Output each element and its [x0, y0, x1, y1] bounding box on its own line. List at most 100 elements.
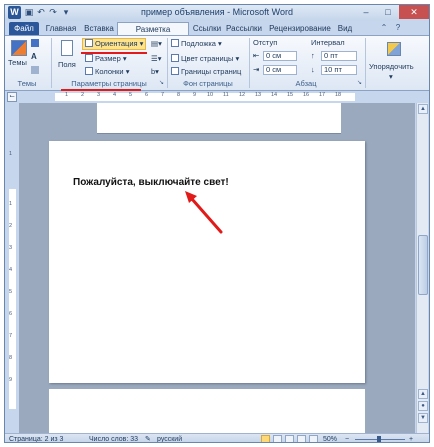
ruler-tick-label: 1	[9, 201, 13, 207]
breaks-icon[interactable]: ▤▾	[151, 39, 162, 49]
scroll-up-icon[interactable]: ▲	[418, 389, 428, 399]
page-borders-button[interactable]: Границы страниц	[171, 67, 241, 77]
minimize-button[interactable]: –	[355, 5, 377, 19]
arrange-icon[interactable]	[387, 42, 401, 56]
zoom-out-icon[interactable]: −	[345, 435, 349, 442]
indent-right-icon: ⇥	[253, 65, 260, 74]
theme-effects-icon[interactable]	[31, 66, 39, 74]
browse-object-icon[interactable]: ●	[418, 401, 428, 411]
ruler-tick-label: 9	[193, 92, 197, 98]
ruler-tick-label: 3	[9, 245, 13, 251]
ruler-tick-label: 5	[129, 92, 133, 98]
paragraph-launcher-icon[interactable]: ↘	[357, 80, 364, 87]
ribbon-tabs: Файл Главная Вставка Разметка страницы С…	[5, 21, 429, 47]
ruler-tick-label: 3	[97, 92, 101, 98]
ruler-tick-label: 14	[271, 92, 278, 98]
themes-icon[interactable]	[11, 40, 27, 56]
web-layout-view-icon[interactable]	[285, 435, 294, 442]
margins-button[interactable]: Поля	[58, 60, 76, 70]
margins-icon[interactable]	[61, 40, 73, 56]
help-icon[interactable]: ?	[393, 23, 403, 33]
page-setup-launcher-icon[interactable]: ↘	[159, 80, 166, 87]
word-count[interactable]: Число слов: 33	[89, 435, 138, 442]
spacing-label: Интервал	[311, 38, 345, 47]
scroll-down-icon[interactable]: ▼	[418, 413, 428, 423]
themes-group-label: Темы	[17, 79, 37, 88]
orientation-icon	[85, 39, 93, 47]
previous-page[interactable]	[97, 103, 341, 134]
theme-colors-icon[interactable]	[31, 39, 39, 47]
indent-left-input[interactable]: 0 см	[263, 51, 297, 61]
spacing-before-input[interactable]: 0 пт	[321, 51, 357, 61]
full-screen-view-icon[interactable]	[273, 435, 282, 442]
next-page[interactable]	[49, 389, 365, 433]
tab-view[interactable]: Вид	[335, 22, 355, 35]
page-background-group-label: Фон страницы	[183, 79, 233, 88]
ruler-tick-label: 17	[319, 92, 326, 98]
tab-selector-icon[interactable]: ⌙	[7, 92, 17, 102]
ruler-tick-label: 4	[9, 267, 13, 273]
columns-button[interactable]: Колонки ▾	[85, 67, 129, 77]
themes-button[interactable]: Темы	[8, 58, 27, 68]
spacing-after-input[interactable]: 10 пт	[321, 65, 357, 75]
ruler-text-area	[9, 189, 16, 409]
size-icon	[85, 54, 93, 62]
vertical-ruler[interactable]: 1 1 2 3 4 5 6 7 8 9	[8, 105, 17, 435]
maximize-button[interactable]: □	[377, 5, 399, 19]
line-numbers-icon[interactable]: ☰▾	[151, 54, 162, 64]
horizontal-ruler[interactable]: 1 2 3 4 5 6 7 8 9 10 11 12 13 14 15 16 1…	[19, 92, 417, 102]
ruler-tick-label: 7	[161, 92, 165, 98]
watermark-icon	[171, 39, 179, 47]
current-page[interactable]: Пожалуйста, выключайте свет!	[49, 141, 365, 383]
tab-page-layout[interactable]: Разметка страницы	[117, 22, 189, 47]
word-window: W ▣ ↶ ↷ ▾ пример объявления - Microsoft …	[4, 4, 430, 443]
proofing-icon[interactable]: ✎	[145, 435, 151, 442]
tab-file[interactable]: Файл	[9, 22, 39, 35]
zoom-level[interactable]: 50%	[323, 435, 337, 442]
size-button[interactable]: Размер ▾	[85, 54, 127, 64]
ruler-tick-label: 12	[239, 92, 246, 98]
red-arrow-annotation	[185, 191, 223, 234]
ruler-tick-label: 5	[9, 289, 13, 295]
indent-left-icon: ⇤	[253, 51, 260, 60]
ruler-tick-label: 8	[9, 355, 13, 361]
page-setup-underline	[61, 89, 141, 91]
ruler-tick-label: 7	[9, 333, 13, 339]
tab-references[interactable]: Ссылки	[192, 22, 222, 35]
tab-home[interactable]: Главная	[43, 22, 79, 35]
print-layout-view-icon[interactable]	[261, 435, 270, 442]
status-bar: Страница: 2 из 3 Число слов: 33 ✎ русски…	[5, 433, 429, 442]
language-indicator[interactable]: русский	[157, 435, 182, 442]
ruler-tick-label: 16	[303, 92, 310, 98]
page-color-icon	[171, 54, 179, 62]
orientation-button[interactable]: Ориентация ▾	[85, 39, 143, 49]
vertical-scrollbar[interactable]: ▲ ▲ ● ▼	[416, 103, 428, 433]
zoom-in-icon[interactable]: +	[409, 435, 413, 442]
hyphenation-icon[interactable]: b▾	[151, 67, 159, 77]
page-setup-group-label: Параметры страницы	[71, 79, 147, 88]
title-bar: W ▣ ↶ ↷ ▾ пример объявления - Microsoft …	[5, 5, 429, 21]
draft-view-icon[interactable]	[309, 435, 318, 442]
tab-insert[interactable]: Вставка	[82, 22, 116, 35]
scroll-thumb[interactable]	[418, 235, 428, 295]
ruler-tick-label: 9	[9, 377, 13, 383]
page-color-button[interactable]: Цвет страницы ▾	[171, 54, 239, 64]
minimize-ribbon-icon[interactable]: ⌃	[379, 23, 389, 33]
columns-icon	[85, 67, 93, 75]
outline-view-icon[interactable]	[297, 435, 306, 442]
page-counter[interactable]: Страница: 2 из 3	[9, 435, 63, 442]
ruler-tick-label: 6	[9, 311, 13, 317]
scroll-up-icon[interactable]: ▲	[418, 104, 428, 114]
arrange-button[interactable]: Упорядочить	[369, 62, 414, 72]
ruler-tick-label: 1	[9, 151, 13, 157]
tab-review[interactable]: Рецензирование	[267, 22, 333, 35]
tab-mailings[interactable]: Рассылки	[225, 22, 263, 35]
arrange-dropdown-icon[interactable]: ▾	[389, 72, 393, 82]
close-button[interactable]: ✕	[399, 5, 429, 19]
document-area[interactable]: Пожалуйста, выключайте свет!	[19, 103, 415, 433]
zoom-slider-thumb[interactable]	[377, 436, 381, 442]
ruler-tick-label: 2	[81, 92, 85, 98]
watermark-button[interactable]: Подложка ▾	[171, 39, 222, 49]
indent-right-input[interactable]: 0 см	[263, 65, 297, 75]
theme-fonts-icon[interactable]: A	[31, 52, 37, 62]
